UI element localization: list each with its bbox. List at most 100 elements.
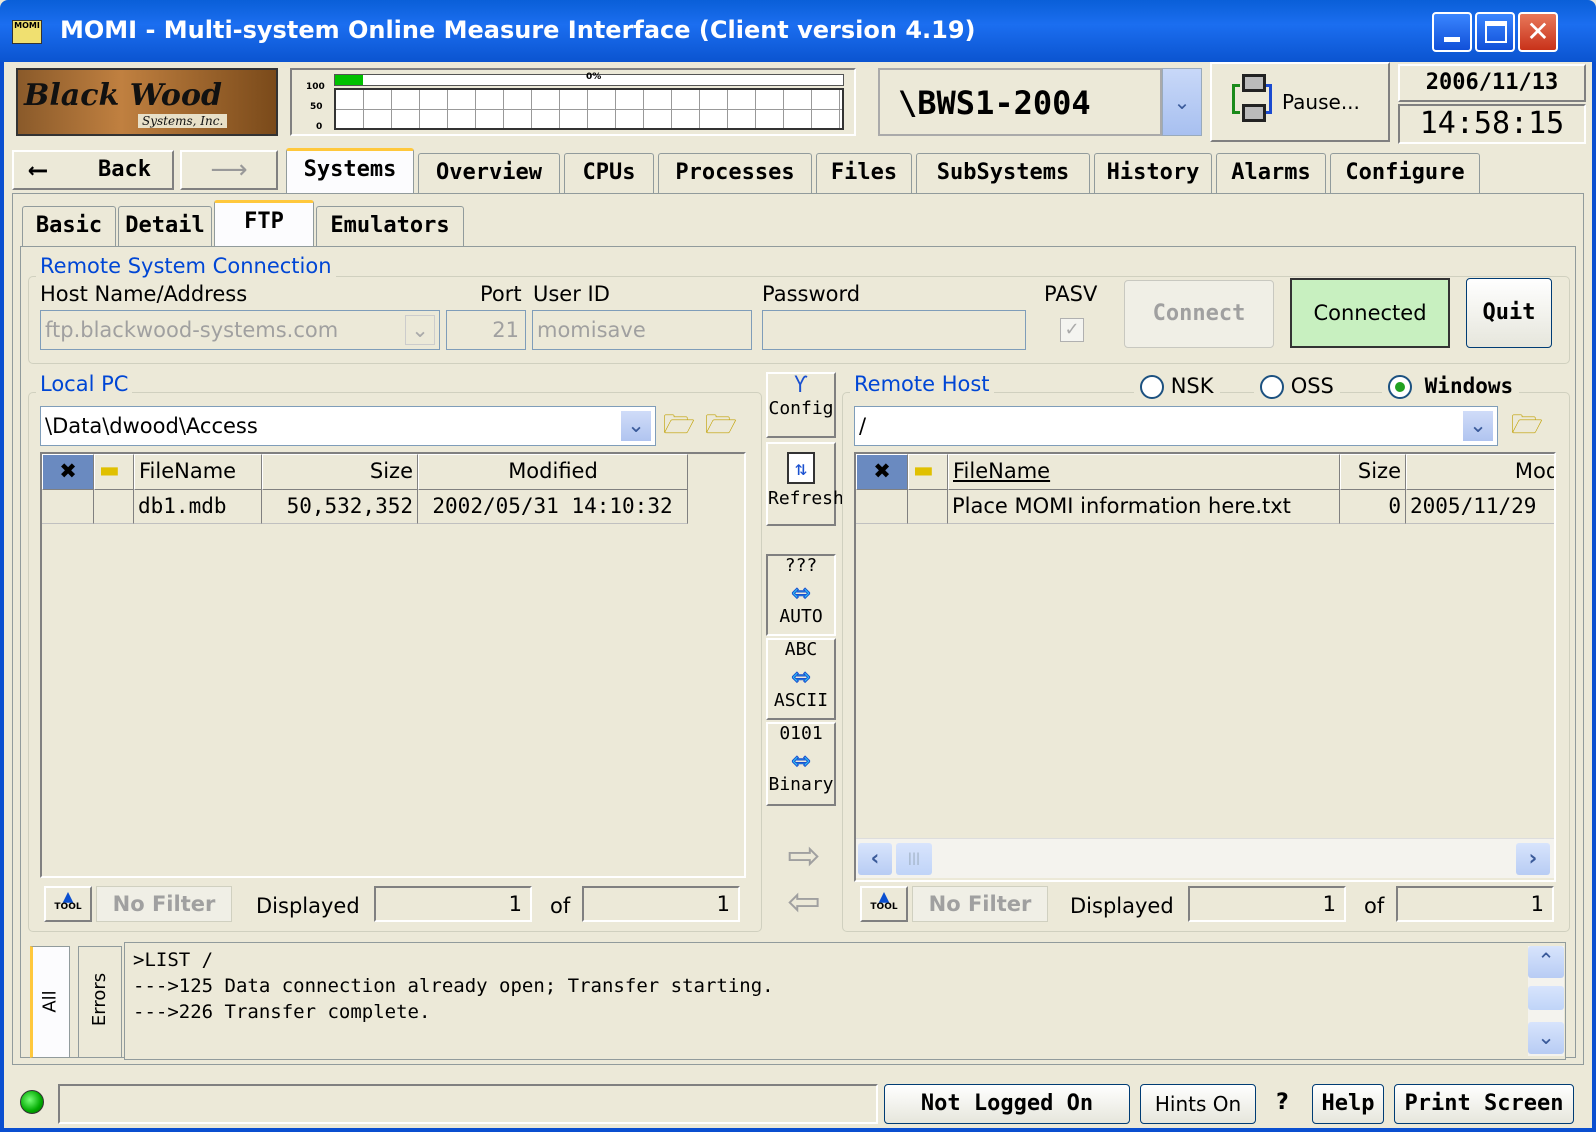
table-row[interactable]: db1.mdb 50,532,352 2002/05/31 14:10:32	[42, 490, 688, 524]
remote-tool-button[interactable]: ▲ TOOL	[860, 886, 908, 922]
back-button[interactable]: ⟵ Back	[12, 150, 174, 190]
subtab-emulators[interactable]: Emulators	[316, 206, 464, 246]
password-field[interactable]	[762, 310, 1026, 350]
tab-processes-label: Processes	[675, 160, 795, 185]
subtab-emulators-label: Emulators	[330, 213, 450, 238]
pause-button[interactable]: Pause...	[1210, 62, 1390, 142]
scroll-up-icon[interactable]: ⌃	[1528, 946, 1564, 978]
tab-systems[interactable]: Systems	[286, 148, 414, 194]
upload-arrow-icon[interactable]: ⇨	[774, 836, 834, 876]
host-combo[interactable]: ftp.blackwood-systems.com ⌄	[40, 310, 440, 350]
refresh-button[interactable]: ⇅ Refresh	[766, 442, 844, 526]
print-screen-button[interactable]: Print Screen	[1394, 1084, 1574, 1124]
scroll-thumb[interactable]	[1528, 986, 1564, 1010]
double-arrow-icon: ⇔	[791, 572, 811, 610]
pasv-checkbox[interactable]: ✓	[1060, 318, 1084, 342]
title-bar[interactable]: MOMI MOMI - Multi-system Online Measure …	[0, 0, 1596, 62]
table-row[interactable]: Place MOMI information here.txt 0 2005/1…	[856, 490, 1554, 524]
local-pc-legend: Local PC	[36, 372, 133, 396]
tab-processes[interactable]: Processes	[658, 153, 812, 193]
forward-button[interactable]: ⟶	[180, 150, 278, 190]
remote-folder-col-icon[interactable]: ▬	[908, 454, 948, 490]
subtab-detail[interactable]: Detail	[118, 206, 212, 246]
local-path-combo[interactable]: \Data\dwood\Access ⌄	[40, 406, 656, 446]
log-tab-errors[interactable]: Errors	[78, 946, 122, 1058]
scroll-down-icon[interactable]: ⌄	[1528, 1022, 1564, 1054]
os-radio-nsk[interactable]: NSK	[1134, 374, 1220, 399]
remote-path-combo[interactable]: / ⌄	[854, 406, 1498, 446]
local-open-folder-icon[interactable]: 🗁	[662, 408, 696, 442]
system-selector[interactable]: \BWS1-2004	[878, 68, 1162, 136]
scroll-right-icon[interactable]: ›	[1516, 843, 1550, 875]
nsk-radio-dot	[1140, 375, 1164, 399]
help-button[interactable]: Help	[1312, 1084, 1384, 1124]
tab-subsystems[interactable]: SubSystems	[916, 153, 1090, 193]
log-tab-all[interactable]: All	[30, 946, 70, 1058]
tab-overview[interactable]: Overview	[418, 153, 560, 193]
binary-mode-button[interactable]: 0101 ⇔ Binary	[766, 722, 836, 806]
remote-total-text: 1	[1530, 892, 1544, 916]
user-id-field[interactable]: momisave	[532, 310, 752, 350]
remote-delete-col-icon[interactable]: ✖	[856, 454, 908, 490]
remote-header-filename[interactable]: FileName	[948, 454, 1340, 490]
remote-connection-legend: Remote System Connection	[36, 254, 336, 278]
remote-horizontal-scrollbar[interactable]: ‹ ||| ›	[856, 838, 1554, 878]
port-field[interactable]: 21	[446, 310, 526, 350]
local-path-dropdown-icon[interactable]: ⌄	[621, 411, 651, 441]
remote-header-modified[interactable]: Modi	[1406, 454, 1554, 490]
local-header-filename[interactable]: FileName	[134, 454, 262, 490]
question-icon[interactable]: ?	[1276, 1090, 1289, 1115]
connect-button[interactable]: Connect	[1124, 280, 1274, 348]
log-vertical-scrollbar[interactable]: ⌃ ⌄	[1528, 946, 1564, 1056]
remote-open-folder-icon[interactable]: 🗁	[1510, 408, 1544, 442]
login-status-button[interactable]: Not Logged On	[884, 1084, 1130, 1124]
local-displayed-value: 1	[374, 886, 532, 922]
chevron-down-icon: ⌄	[1173, 90, 1191, 114]
config-button[interactable]: Ƴ Config	[766, 372, 836, 438]
tab-alarms-label: Alarms	[1231, 160, 1311, 185]
remote-path-dropdown-icon[interactable]: ⌄	[1463, 411, 1493, 441]
remote-filter-button[interactable]: No Filter	[912, 886, 1048, 922]
local-filter-button[interactable]: No Filter	[96, 886, 232, 922]
port-label: Port	[480, 282, 522, 306]
subtab-basic[interactable]: Basic	[22, 206, 116, 246]
user-id-value: momisave	[537, 318, 646, 342]
local-header-size[interactable]: Size	[262, 454, 418, 490]
scroll-thumb[interactable]: |||	[896, 843, 932, 875]
tab-subsystems-label: SubSystems	[936, 160, 1070, 185]
local-delete-col-icon[interactable]: ✖	[42, 454, 94, 490]
tab-cpus[interactable]: CPUs	[564, 153, 654, 193]
tab-files[interactable]: Files	[816, 153, 912, 193]
remote-of-label: of	[1364, 894, 1385, 918]
os-radio-oss[interactable]: OSS	[1254, 374, 1340, 399]
ascii-label: ASCII	[773, 690, 829, 711]
scroll-left-icon[interactable]: ‹	[858, 843, 892, 875]
time-text: 14:58:15	[1419, 106, 1565, 141]
local-new-folder-icon[interactable]: 🗁	[704, 408, 738, 442]
date-display: 2006/11/13	[1398, 64, 1586, 102]
subtab-ftp[interactable]: FTP	[214, 200, 314, 248]
pause-label: Pause...	[1282, 90, 1360, 114]
minimize-button[interactable]	[1432, 12, 1472, 52]
local-tool-button[interactable]: ▲ TOOL	[44, 886, 92, 922]
hints-toggle-button[interactable]: Hints On	[1140, 1084, 1256, 1124]
remote-row-folder-cell	[908, 490, 948, 524]
remote-header-modified-label: Modi	[1514, 459, 1554, 483]
ascii-mode-button[interactable]: ABC ⇔ ASCII	[766, 638, 836, 720]
local-tool-label: TOOL	[54, 902, 82, 912]
quit-button[interactable]: Quit	[1466, 278, 1552, 348]
local-folder-col-icon[interactable]: ▬	[94, 454, 134, 490]
download-arrow-icon[interactable]: ⇦	[774, 882, 834, 922]
os-radio-windows[interactable]: Windows	[1382, 374, 1520, 399]
close-button[interactable]: ✕	[1518, 12, 1558, 52]
auto-mode-button[interactable]: ??? ⇔ AUTO	[766, 554, 836, 636]
remote-header-size[interactable]: Size	[1340, 454, 1406, 490]
tab-history[interactable]: History	[1094, 153, 1212, 193]
tab-configure[interactable]: Configure	[1330, 153, 1480, 193]
password-label: Password	[762, 282, 861, 306]
tab-alarms[interactable]: Alarms	[1216, 153, 1326, 193]
maximize-button[interactable]	[1475, 12, 1515, 52]
system-dropdown-button[interactable]: ⌄	[1162, 68, 1202, 136]
log-panel[interactable]: >LIST / --->125 Data connection already …	[124, 942, 1566, 1060]
local-header-modified[interactable]: Modified	[418, 454, 688, 490]
